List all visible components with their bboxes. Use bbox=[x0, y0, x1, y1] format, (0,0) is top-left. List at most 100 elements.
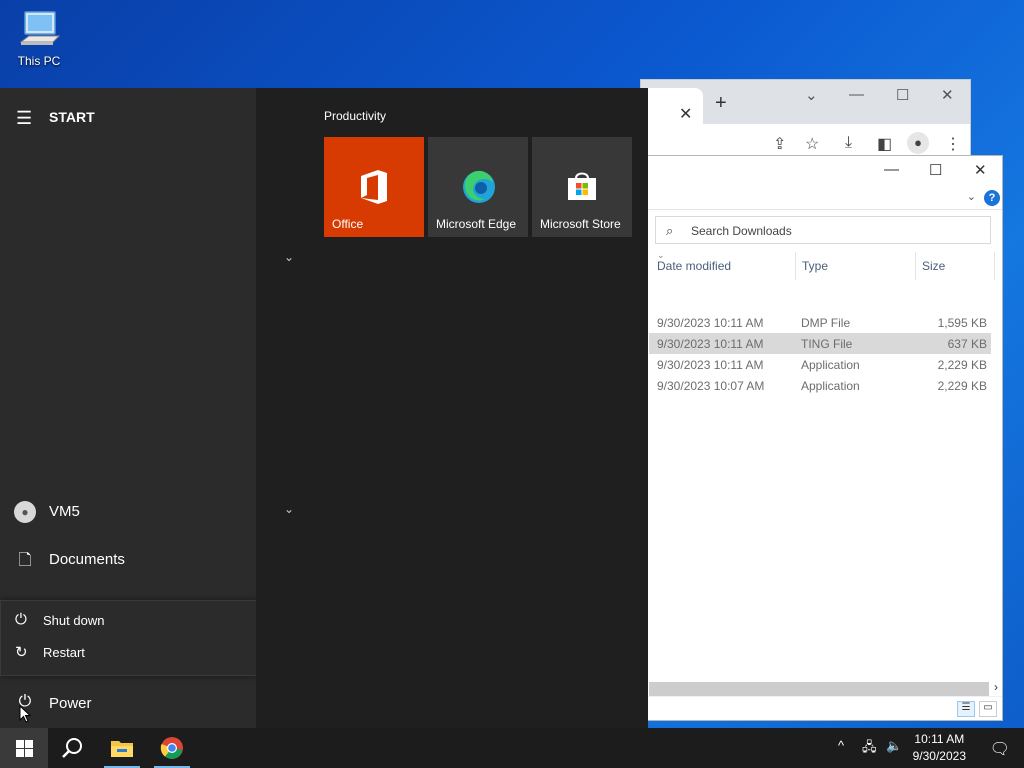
new-tab-button[interactable]: + bbox=[715, 92, 727, 115]
power-icon: ⏻ bbox=[15, 611, 27, 628]
windows-start-icon bbox=[16, 740, 33, 757]
column-header-size[interactable]: Size bbox=[922, 259, 945, 287]
file-explorer-icon bbox=[111, 741, 133, 757]
explorer-ribbon: ⌄ ? bbox=[641, 186, 1002, 210]
column-header-date[interactable]: Date modified bbox=[657, 259, 731, 287]
explorer-minimize-button[interactable]: — bbox=[884, 161, 899, 178]
clock-date: 9/30/2023 bbox=[912, 749, 966, 763]
share-icon[interactable]: ⇪ bbox=[773, 134, 786, 154]
office-logo-icon bbox=[361, 170, 387, 204]
restart-option[interactable]: ↻ Restart bbox=[1, 637, 256, 667]
column-header-type[interactable]: Type bbox=[802, 259, 828, 287]
explorer-close-button[interactable]: ✕ bbox=[974, 161, 987, 179]
show-hidden-icons-icon[interactable]: ^ bbox=[838, 738, 844, 753]
explorer-maximize-button[interactable]: ☐ bbox=[929, 161, 942, 179]
store-bag-icon bbox=[568, 172, 596, 200]
power-button[interactable]: ⏻ Power bbox=[0, 682, 256, 726]
file-date: 9/30/2023 10:07 AM bbox=[657, 379, 765, 393]
chrome-tabstrip: ✕ + ⌄ — ☐ ✕ bbox=[641, 80, 970, 124]
file-type: Application bbox=[801, 358, 860, 372]
more-menu-icon[interactable]: ⋮ bbox=[945, 134, 961, 154]
taskbar-clock[interactable]: 10:11 AM 9/30/2023 bbox=[913, 731, 966, 765]
chrome-close-button[interactable]: ✕ bbox=[941, 86, 954, 104]
file-explorer-window: — ☐ ✕ ⌄ ? ⌕ Search Downloads ⌄ Date modi… bbox=[640, 155, 1003, 721]
chrome-minimize-button[interactable]: — bbox=[849, 86, 864, 103]
scroll-right-icon[interactable]: › bbox=[994, 680, 998, 694]
chrome-tab[interactable]: ✕ bbox=[641, 88, 703, 124]
user-name: VM5 bbox=[49, 503, 80, 520]
column-divider[interactable] bbox=[795, 252, 796, 280]
computer-icon bbox=[19, 11, 61, 45]
side-panel-icon[interactable]: ◧ bbox=[877, 134, 892, 154]
taskbar: ^ 🖧 🔈 10:11 AM 9/30/2023 🗨 bbox=[0, 728, 1024, 768]
start-title: START bbox=[49, 109, 95, 125]
file-size: 1,595 KB bbox=[937, 316, 987, 330]
hamburger-menu-icon[interactable]: ☰ bbox=[16, 108, 32, 129]
user-account-item[interactable]: ● VM5 bbox=[0, 490, 256, 534]
file-date: 9/30/2023 10:11 AM bbox=[657, 337, 764, 351]
restart-label: Restart bbox=[43, 645, 85, 660]
documents-label: Documents bbox=[49, 551, 125, 568]
profile-icon[interactable]: ● bbox=[907, 132, 929, 154]
shut-down-option[interactable]: ⏻ Shut down bbox=[1, 605, 256, 635]
search-button[interactable] bbox=[48, 728, 96, 768]
this-pc-desktop-icon[interactable]: This PC bbox=[10, 8, 68, 68]
clock-time: 10:11 AM bbox=[914, 732, 965, 746]
file-row-selected[interactable]: 9/30/2023 10:11 AM TING File 637 KB bbox=[649, 333, 991, 354]
mouse-cursor-icon bbox=[19, 705, 31, 723]
tile-group-title[interactable]: Productivity bbox=[324, 109, 386, 123]
office-tile[interactable]: Office bbox=[324, 137, 424, 237]
file-row[interactable]: 9/30/2023 10:07 AM Application 2,229 KB bbox=[649, 375, 991, 396]
document-icon: 🗋 bbox=[18, 552, 32, 569]
download-icon[interactable]: ⤓ bbox=[845, 134, 852, 152]
file-row[interactable]: 9/30/2023 10:11 AM Application 2,229 KB bbox=[649, 354, 991, 375]
file-explorer-taskbar-button[interactable] bbox=[98, 728, 146, 768]
file-date: 9/30/2023 10:11 AM bbox=[657, 316, 764, 330]
file-type: DMP File bbox=[801, 316, 851, 330]
shut-down-label: Shut down bbox=[43, 613, 105, 628]
this-pc-label: This PC bbox=[17, 54, 61, 68]
details-view-icon[interactable]: ☰ bbox=[957, 701, 975, 717]
start-button[interactable] bbox=[0, 728, 48, 768]
volume-muted-icon[interactable]: 🔈 bbox=[886, 738, 902, 754]
start-menu-left-pane: ☰ START ● VM5 🗋 Documents ⏻ Shut down ↻ … bbox=[0, 88, 257, 728]
collapse-group-icon[interactable]: ⌄ bbox=[284, 250, 294, 264]
network-icon[interactable]: 🖧 bbox=[862, 738, 877, 760]
column-divider[interactable] bbox=[915, 252, 916, 280]
explorer-statusbar: ☰ ▭ bbox=[641, 696, 1002, 720]
collapse-group-icon[interactable]: ⌄ bbox=[284, 502, 294, 516]
chrome-maximize-button[interactable]: ☐ bbox=[896, 86, 909, 104]
microsoft-edge-tile[interactable]: Microsoft Edge bbox=[428, 137, 528, 237]
large-icons-view-icon[interactable]: ▭ bbox=[979, 701, 997, 717]
microsoft-edge-label: Microsoft Edge bbox=[436, 217, 517, 231]
search-icon: ⌕ bbox=[666, 223, 674, 238]
file-type: TING File bbox=[801, 337, 853, 351]
column-divider[interactable] bbox=[994, 252, 995, 280]
help-icon[interactable]: ? bbox=[984, 190, 1000, 206]
explorer-titlebar: — ☐ ✕ bbox=[641, 156, 1002, 186]
search-downloads-field[interactable]: ⌕ Search Downloads bbox=[655, 216, 991, 244]
office-label: Office bbox=[332, 217, 364, 231]
file-date: 9/30/2023 10:11 AM bbox=[657, 358, 764, 372]
file-size: 2,229 KB bbox=[937, 358, 987, 372]
user-avatar-icon: ● bbox=[14, 501, 36, 523]
power-options-flyout: ⏻ Shut down ↻ Restart bbox=[0, 600, 257, 676]
start-menu-tiles-pane: Productivity ⌄ ⌄ Office Microsoft Edge M… bbox=[256, 88, 648, 728]
restart-icon: ↻ bbox=[15, 644, 28, 661]
file-type: Application bbox=[801, 379, 860, 393]
file-row[interactable]: 9/30/2023 10:11 AM DMP File 1,595 KB bbox=[649, 312, 991, 333]
microsoft-store-label: Microsoft Store bbox=[540, 217, 621, 231]
bookmark-star-icon[interactable]: ☆ bbox=[805, 134, 819, 154]
chrome-taskbar-button[interactable] bbox=[148, 728, 196, 768]
tab-close-icon[interactable]: ✕ bbox=[679, 104, 692, 124]
search-placeholder: Search Downloads bbox=[691, 224, 792, 238]
microsoft-store-tile[interactable]: Microsoft Store bbox=[532, 137, 632, 237]
action-center-icon[interactable]: 🗨 bbox=[990, 739, 1010, 759]
ribbon-expand-icon[interactable]: ⌄ bbox=[967, 190, 976, 203]
search-icon bbox=[62, 738, 82, 758]
chrome-icon bbox=[160, 737, 183, 759]
tab-search-icon[interactable]: ⌄ bbox=[805, 86, 818, 104]
edge-logo-icon bbox=[463, 170, 495, 203]
horizontal-scrollbar[interactable] bbox=[649, 682, 989, 696]
documents-item[interactable]: 🗋 Documents bbox=[0, 538, 256, 582]
